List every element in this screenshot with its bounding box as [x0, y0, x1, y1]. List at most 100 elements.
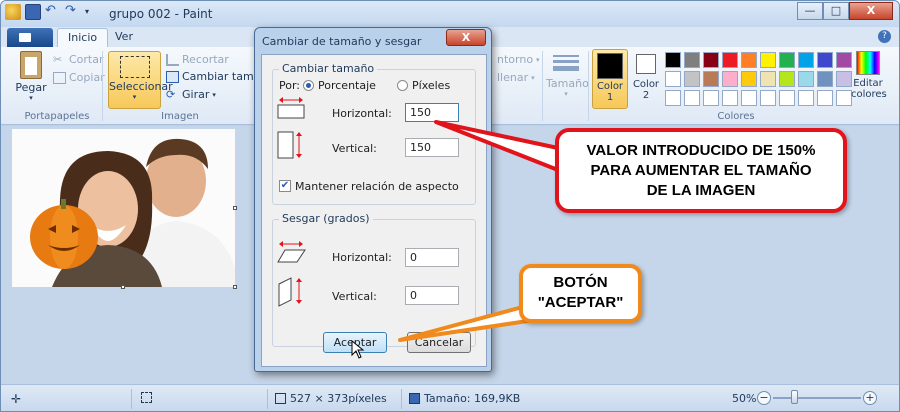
palette-swatch[interactable]	[760, 90, 776, 106]
chevron-down-icon: ▾	[132, 93, 137, 101]
image-canvas[interactable]	[12, 129, 235, 287]
minimize-button[interactable]: —	[797, 2, 823, 20]
palette-swatch[interactable]	[703, 90, 719, 106]
edit-colors-button[interactable]: Editar colores	[851, 51, 887, 100]
percent-label[interactable]: Porcentaje	[318, 79, 376, 92]
palette-swatch[interactable]	[703, 52, 719, 68]
cut-button[interactable]: ✂ Cortar	[53, 53, 104, 66]
resize-handle-right[interactable]	[233, 206, 237, 210]
callout-red-note: VALOR INTRODUCIDO DE 150% PARA AUMENTAR …	[555, 128, 847, 213]
palette-swatch[interactable]	[798, 71, 814, 87]
selection-size	[141, 392, 152, 403]
resize-icon	[166, 70, 179, 83]
tab-ver[interactable]: Ver	[105, 28, 143, 47]
resize-handle-corner[interactable]	[233, 285, 237, 289]
pixels-label[interactable]: Píxeles	[412, 79, 450, 92]
app-menu-button[interactable]	[7, 28, 53, 47]
resize-horizontal-label: Horizontal:	[332, 107, 392, 120]
palette-swatch[interactable]	[836, 52, 852, 68]
size-button[interactable]: Tamaño ▾	[546, 53, 589, 98]
palette-swatch[interactable]	[779, 52, 795, 68]
palette-swatch[interactable]	[760, 52, 776, 68]
select-button[interactable]: Seleccionar ▾	[108, 51, 173, 109]
resize-vertical-input[interactable]	[405, 138, 459, 157]
redo-icon[interactable]: ↷	[65, 4, 81, 20]
resize-handle-bottom[interactable]	[121, 285, 125, 289]
rotate-button[interactable]: ⟳ Girar ▾	[166, 88, 216, 101]
zoom-out-button[interactable]: −	[757, 391, 771, 405]
status-separator	[267, 389, 268, 409]
outline-button[interactable]: ntorno ▾	[497, 53, 540, 66]
maximize-button[interactable]: □	[823, 2, 849, 20]
color1-button[interactable]: Color 1	[592, 49, 628, 109]
palette-swatch[interactable]	[760, 71, 776, 87]
palette-swatch[interactable]	[684, 52, 700, 68]
line-size-icon	[553, 55, 579, 71]
paint-app-icon[interactable]	[5, 4, 21, 20]
palette-swatch[interactable]	[741, 71, 757, 87]
palette-swatch[interactable]	[817, 90, 833, 106]
paste-label: Pegar	[15, 81, 47, 94]
skew-vertical-label: Vertical:	[332, 290, 377, 303]
help-icon[interactable]: ?	[878, 30, 891, 43]
crop-button[interactable]: Recortar	[166, 53, 229, 66]
vertical-resize-icon	[277, 131, 302, 159]
copy-button[interactable]: Copiar	[53, 71, 105, 84]
palette-swatch[interactable]	[684, 71, 700, 87]
skew-horizontal-label: Horizontal:	[332, 251, 392, 264]
zoom-slider-thumb[interactable]	[791, 390, 798, 404]
customize-qat-icon[interactable]: ▾	[85, 4, 101, 20]
resize-horizontal-input[interactable]	[405, 103, 459, 122]
palette-swatch[interactable]	[779, 71, 795, 87]
palette-swatch[interactable]	[684, 90, 700, 106]
palette-swatch[interactable]	[703, 71, 719, 87]
palette-swatch[interactable]	[817, 52, 833, 68]
palette-swatch[interactable]	[741, 52, 757, 68]
palette-swatch[interactable]	[665, 71, 681, 87]
keep-aspect-label[interactable]: Mantener relación de aspecto	[295, 180, 459, 193]
color2-swatch	[636, 54, 656, 74]
vertical-skew-icon	[278, 277, 302, 307]
zoom-in-button[interactable]: +	[863, 391, 877, 405]
palette-swatch[interactable]	[722, 52, 738, 68]
palette-swatch[interactable]	[836, 71, 852, 87]
pixels-radio[interactable]	[397, 80, 408, 91]
crosshair-icon: ✛	[11, 392, 22, 406]
palette-swatch[interactable]	[722, 71, 738, 87]
copy-label: Copiar	[69, 71, 105, 84]
palette-swatch[interactable]	[741, 90, 757, 106]
resize-vertical-label: Vertical:	[332, 142, 377, 155]
palette-swatch[interactable]	[779, 90, 795, 106]
skew-group: Sesgar (grados) Horizontal: Vertical:	[272, 212, 476, 347]
status-separator	[131, 389, 132, 409]
window-title: grupo 002 - Paint	[109, 7, 213, 21]
resize-group: Cambiar tamaño Por: Porcentaje Píxeles H…	[272, 62, 476, 205]
selection-icon	[119, 56, 150, 78]
cut-label: Cortar	[69, 53, 104, 66]
palette-swatch[interactable]	[722, 90, 738, 106]
color2-button[interactable]: Color 2	[632, 51, 660, 109]
tab-inicio[interactable]: Inicio	[57, 28, 109, 47]
dialog-close-button[interactable]: X	[446, 29, 486, 46]
zoom-slider-track[interactable]	[773, 397, 861, 399]
palette-swatch[interactable]	[665, 90, 681, 106]
skew-vertical-input[interactable]	[405, 286, 459, 305]
palette-swatch[interactable]	[817, 71, 833, 87]
cancel-button[interactable]: Cancelar	[407, 332, 471, 353]
keep-aspect-checkbox[interactable]: ✔	[279, 180, 291, 192]
paste-button[interactable]: Pegar ▾	[11, 51, 51, 102]
save-icon[interactable]	[25, 4, 41, 20]
skew-horizontal-input[interactable]	[405, 248, 459, 267]
group-label-colores: Colores	[717, 111, 755, 122]
palette-swatch[interactable]	[665, 52, 681, 68]
close-button[interactable]: X	[849, 2, 893, 20]
undo-icon[interactable]: ↶	[45, 4, 61, 20]
callout-red-line: DE LA IMAGEN	[646, 182, 756, 199]
palette-swatch[interactable]	[798, 90, 814, 106]
percent-radio[interactable]	[303, 80, 314, 91]
palette-swatch[interactable]	[836, 90, 852, 106]
palette-swatch[interactable]	[798, 52, 814, 68]
horizontal-resize-icon	[277, 97, 305, 119]
fill-button[interactable]: llenar ▾	[497, 71, 535, 84]
disk-icon	[409, 393, 420, 404]
